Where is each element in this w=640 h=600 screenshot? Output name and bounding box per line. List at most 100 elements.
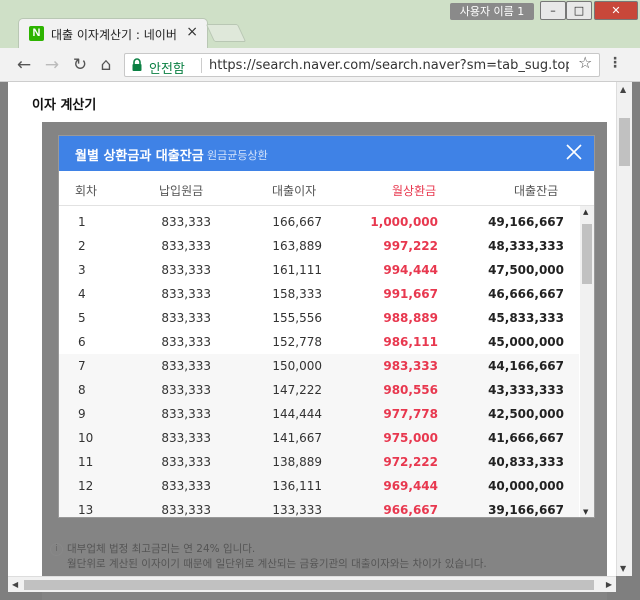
home-icon[interactable]: ⌂ [96, 55, 116, 75]
cell-monthly-payment: 969,444 [383, 479, 438, 493]
minimize-button[interactable]: – [540, 1, 566, 20]
note-max-rate: 대부업체 법정 최고금리는 연 24% 입니다. [67, 543, 256, 555]
column-header-interest: 대출이자 [272, 184, 317, 198]
cell-monthly-payment: 972,222 [383, 455, 438, 469]
cell-balance: 39,166,667 [488, 503, 564, 517]
table-row: 8 833,333 147,222 980,556 43,333,333 [59, 378, 579, 402]
cell-balance: 44,166,667 [488, 359, 564, 373]
cell-round: 13 [78, 503, 94, 517]
cell-monthly-payment: 983,333 [383, 359, 438, 373]
column-header-balance: 대출잔금 [514, 184, 559, 198]
cell-principal: 833,333 [161, 359, 211, 373]
table-header: 회차 납입원금 대출이자 월상환금 대출잔금 [59, 171, 594, 206]
modal-scroll-down-icon[interactable]: ▼ [583, 508, 588, 516]
cell-interest: 141,667 [272, 431, 322, 445]
cell-interest: 152,778 [272, 335, 322, 349]
cell-monthly-payment: 1,000,000 [370, 215, 438, 229]
cell-round: 3 [78, 263, 86, 277]
secure-label: 안전함 [149, 62, 185, 77]
cell-interest: 166,667 [272, 215, 322, 229]
browser-toolbar: ← → ↻ ⌂ 안전함 https://search.naver.com/sea… [0, 48, 640, 82]
cell-round: 6 [78, 335, 86, 349]
tab-close-icon[interactable]: × [186, 24, 198, 40]
table-row: 3 833,333 161,111 994,444 47,500,000 [59, 258, 579, 282]
cell-monthly-payment: 986,111 [383, 335, 438, 349]
cell-round: 5 [78, 311, 86, 325]
maximize-button[interactable]: □ [566, 1, 592, 20]
page-vertical-scrollbar[interactable]: ▲ ▼ [616, 82, 632, 576]
cell-round: 8 [78, 383, 86, 397]
cell-round: 7 [78, 359, 86, 373]
table-body: 1 833,333 166,667 1,000,000 49,166,667 2 833,3… [59, 206, 594, 517]
scroll-up-icon[interactable]: ▲ [620, 85, 626, 94]
table-row: 5 833,333 155,556 988,889 45,833,333 [59, 306, 579, 330]
table-row: 10 833,333 141,667 975,000 41,666,667 [59, 426, 579, 450]
cell-round: 4 [78, 287, 86, 301]
page-horizontal-scrollbar[interactable]: ◀ ▶ [8, 576, 616, 592]
scroll-down-icon[interactable]: ▼ [620, 564, 626, 573]
cell-interest: 133,333 [272, 503, 322, 517]
info-notes: i 대부업체 법정 최고금리는 연 24% 입니다. 월단위로 계산된 이자이기 … [50, 542, 487, 572]
cell-interest: 150,000 [272, 359, 322, 373]
table-row: 11 833,333 138,889 972,222 40,833,333 [59, 450, 579, 474]
cell-interest: 138,889 [272, 455, 322, 469]
cell-principal: 833,333 [161, 479, 211, 493]
browser-tab[interactable]: N 대출 이자계산기 : 네이버 × [18, 18, 208, 48]
naver-icon: N [29, 26, 44, 41]
table-row: 13 833,333 133,333 966,667 39,166,667 [59, 498, 579, 517]
url-text[interactable]: https://search.naver.com/search.naver?sm… [209, 58, 569, 73]
new-tab-button[interactable] [205, 24, 247, 42]
cell-principal: 833,333 [161, 215, 211, 229]
cell-balance: 46,666,667 [488, 287, 564, 301]
column-header-principal: 납입원금 [159, 184, 204, 198]
table-row: 7 833,333 150,000 983,333 44,166,667 [59, 354, 579, 378]
browser-menu-icon[interactable]: ⋮ [608, 55, 622, 71]
cell-monthly-payment: 975,000 [383, 431, 438, 445]
cell-principal: 833,333 [161, 455, 211, 469]
cell-interest: 155,556 [272, 311, 322, 325]
cell-monthly-payment: 977,778 [383, 407, 438, 421]
cell-interest: 161,111 [272, 263, 322, 277]
lock-icon [132, 58, 142, 71]
cell-interest: 163,889 [272, 239, 322, 253]
address-bar[interactable]: 안전함 https://search.naver.com/search.nave… [124, 53, 600, 77]
repayment-schedule-modal: 월별 상환금과 대출잔금 원금균등상환 회차 납입원금 대출이자 월상환금 대출… [58, 135, 595, 518]
cell-balance: 40,833,333 [488, 455, 564, 469]
cell-round: 2 [78, 239, 86, 253]
profile-button[interactable]: 사용자 이름 1 [450, 3, 534, 20]
cell-principal: 833,333 [161, 287, 211, 301]
cell-balance: 40,000,000 [488, 479, 564, 493]
cell-monthly-payment: 980,556 [383, 383, 438, 397]
cell-balance: 41,666,667 [488, 431, 564, 445]
close-icon[interactable] [564, 142, 584, 162]
cell-balance: 45,833,333 [488, 311, 564, 325]
cell-principal: 833,333 [161, 335, 211, 349]
hscroll-thumb[interactable] [24, 580, 594, 590]
bookmark-star-icon[interactable]: ☆ [578, 53, 592, 72]
window-close-button[interactable]: ✕ [594, 1, 638, 20]
cell-monthly-payment: 966,667 [383, 503, 438, 517]
column-header-round: 회차 [75, 184, 98, 198]
modal-scrollbar[interactable]: ▲ ▼ [580, 206, 594, 517]
cell-interest: 136,111 [272, 479, 322, 493]
cell-interest: 144,444 [272, 407, 322, 421]
cell-monthly-payment: 991,667 [383, 287, 438, 301]
info-icon: i [50, 542, 63, 556]
page-title: 이자 계산기 [32, 98, 97, 113]
modal-scroll-up-icon[interactable]: ▲ [583, 208, 588, 216]
cell-balance: 45,000,000 [488, 335, 564, 349]
forward-icon[interactable]: → [42, 55, 62, 75]
scroll-left-icon[interactable]: ◀ [12, 580, 18, 589]
cell-interest: 147,222 [272, 383, 322, 397]
reload-icon[interactable]: ↻ [70, 55, 90, 75]
scroll-thumb[interactable] [619, 118, 630, 166]
back-icon[interactable]: ← [14, 55, 34, 75]
scroll-right-icon[interactable]: ▶ [606, 580, 612, 589]
cell-round: 1 [78, 215, 86, 229]
cell-round: 11 [78, 455, 94, 469]
cell-interest: 158,333 [272, 287, 322, 301]
cell-monthly-payment: 994,444 [383, 263, 438, 277]
modal-scroll-thumb[interactable] [582, 224, 592, 284]
cell-principal: 833,333 [161, 431, 211, 445]
cell-balance: 48,333,333 [488, 239, 564, 253]
